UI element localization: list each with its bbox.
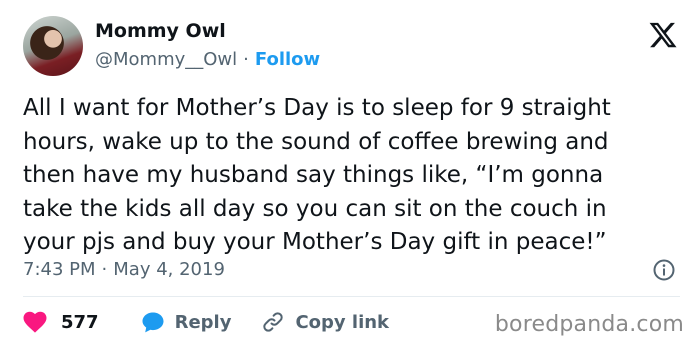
tweet-time[interactable]: 7:43 PM <box>23 259 96 280</box>
tweet-timestamp[interactable]: 7:43 PM · May 4, 2019 <box>23 259 225 280</box>
tweet-text: All I want for Mother’s Day is to sleep … <box>23 95 611 255</box>
watermark: boredpanda.com <box>494 312 684 337</box>
author-handle-row: @Mommy__Owl · Follow <box>95 49 320 70</box>
action-bar: 577 Reply Copy link <box>23 309 389 335</box>
link-icon <box>263 312 284 332</box>
x-logo-icon[interactable] <box>648 20 678 50</box>
like-button[interactable]: 577 <box>23 311 141 333</box>
like-count: 577 <box>61 311 99 333</box>
author-display-name[interactable]: Mommy Owl <box>95 20 226 42</box>
avatar[interactable] <box>23 16 83 76</box>
reply-bubble-icon <box>142 312 164 333</box>
copy-link-button[interactable]: Copy link <box>261 310 389 334</box>
separator-dot: · <box>243 49 249 70</box>
follow-button[interactable]: Follow <box>255 49 320 70</box>
reply-label: Reply <box>174 311 232 333</box>
timestamp-separator: · <box>101 259 108 280</box>
tweet-date[interactable]: May 4, 2019 <box>113 259 225 280</box>
info-icon[interactable] <box>652 258 676 282</box>
reply-button[interactable]: Reply <box>141 310 262 334</box>
divider <box>23 296 680 297</box>
author-handle[interactable]: @Mommy__Owl <box>95 49 237 70</box>
heart-icon <box>23 311 47 333</box>
copy-link-label: Copy link <box>295 311 390 333</box>
